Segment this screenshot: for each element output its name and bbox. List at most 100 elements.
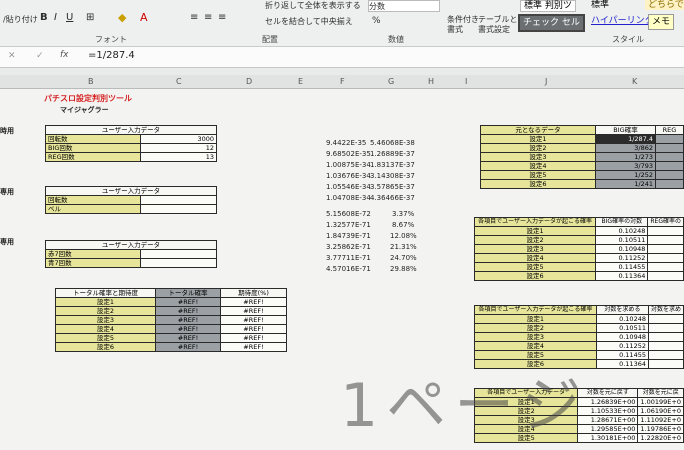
- cell-value[interactable]: 1.26889E-37: [370, 150, 415, 159]
- underline-button[interactable]: U: [66, 12, 73, 23]
- table-cell[interactable]: 1/287.4: [595, 134, 656, 144]
- table-cell[interactable]: 設定2: [473, 235, 597, 245]
- table-cell[interactable]: 0.10948: [595, 332, 649, 342]
- table-cell[interactable]: 0.10248: [595, 314, 649, 324]
- table-cell[interactable]: 1.00199E+0: [637, 397, 684, 407]
- table-cell[interactable]: #REF!: [220, 342, 287, 352]
- font-color-icon[interactable]: A: [140, 11, 148, 24]
- table-cell[interactable]: 設定3: [474, 332, 597, 342]
- cell-value[interactable]: 21.31%: [390, 243, 417, 252]
- table-cell[interactable]: 設定5: [480, 170, 596, 180]
- italic-button[interactable]: I: [54, 12, 57, 23]
- table-cell[interactable]: #REF!: [220, 297, 287, 307]
- table-cell[interactable]: 設定3: [473, 244, 597, 254]
- fx-icon[interactable]: fx: [60, 50, 69, 60]
- table-cell[interactable]: 青7回数: [45, 258, 141, 268]
- cell-value[interactable]: 1.04708E-34: [326, 194, 371, 203]
- merge-center-button[interactable]: セルを結合して中央揃え: [265, 16, 353, 27]
- cell-value[interactable]: 12.08%: [390, 232, 417, 241]
- table-cell[interactable]: 設定1: [474, 314, 597, 324]
- cell-value[interactable]: 1.32577E-71: [326, 221, 371, 230]
- table-cell[interactable]: #REF!: [155, 315, 221, 325]
- table-cell[interactable]: 設定4: [474, 341, 597, 351]
- table-cell[interactable]: 0.10511: [595, 323, 649, 333]
- table-cell[interactable]: [140, 249, 217, 259]
- table-cell[interactable]: 設定4: [473, 253, 597, 263]
- table-cell[interactable]: 設定2: [474, 323, 597, 333]
- table-cell[interactable]: 設定6: [473, 271, 597, 281]
- table-cell[interactable]: [647, 323, 684, 333]
- table-cell[interactable]: 0.11252: [595, 341, 649, 351]
- table-cell[interactable]: [140, 195, 217, 205]
- col-header-i[interactable]: I: [465, 75, 467, 88]
- style-neutral[interactable]: どちらでも: [645, 0, 684, 10]
- table-cell[interactable]: 1.06190E+0: [637, 406, 684, 416]
- cell-value[interactable]: 4.36466E-37: [370, 194, 415, 203]
- table-cell[interactable]: 0.10511: [595, 235, 649, 245]
- table-cell[interactable]: [655, 170, 684, 180]
- table-cell[interactable]: 1/252: [595, 170, 656, 180]
- cell-value[interactable]: 1.84739E-71: [326, 232, 371, 241]
- table-cell[interactable]: 1/273: [595, 152, 656, 162]
- table-cell[interactable]: [647, 271, 684, 281]
- cell-value[interactable]: 9.4422E-35: [326, 139, 366, 148]
- bold-button[interactable]: B: [40, 12, 48, 23]
- table-cell[interactable]: 設定2: [480, 143, 596, 153]
- table-cell[interactable]: #REF!: [155, 306, 221, 316]
- col-header-d[interactable]: D: [246, 75, 252, 88]
- table-cell[interactable]: 0.11252: [595, 253, 649, 263]
- table-cell[interactable]: 設定1: [55, 297, 156, 307]
- worksheet[interactable]: パチスロ設定判別ツール マイジャグラー 時用 専用 専用 ユーザー入力データ 回…: [0, 89, 684, 450]
- cell-value[interactable]: 1.83137E-37: [370, 161, 415, 170]
- table-cell[interactable]: [647, 226, 684, 236]
- style-hyperlink[interactable]: ハイパーリンク: [588, 14, 657, 28]
- table-cell[interactable]: 3/793: [595, 161, 656, 171]
- table-cell[interactable]: #REF!: [155, 297, 221, 307]
- table-cell[interactable]: #REF!: [155, 342, 221, 352]
- align-center-icon[interactable]: ≡: [204, 12, 212, 23]
- table-cell[interactable]: ベル: [45, 204, 141, 214]
- col-header-f[interactable]: F: [340, 75, 345, 88]
- table-cell[interactable]: 1/241: [595, 179, 656, 189]
- table-cell[interactable]: [647, 262, 684, 272]
- formula-input[interactable]: =1/287.4: [88, 50, 135, 61]
- table-cell[interactable]: [647, 341, 684, 351]
- fill-color-icon[interactable]: ◆: [118, 11, 126, 24]
- borders-icon[interactable]: ⊞: [86, 12, 94, 23]
- table-cell[interactable]: BIG回数: [45, 143, 141, 153]
- table-cell[interactable]: REG回数: [45, 152, 141, 162]
- table-cell[interactable]: [647, 359, 684, 369]
- align-right-icon[interactable]: ≡: [218, 12, 226, 23]
- wrap-text-button[interactable]: 折り返して全体を表示する: [265, 0, 361, 11]
- table-cell[interactable]: 設定6: [480, 179, 596, 189]
- percent-button[interactable]: %: [372, 16, 381, 26]
- cell-value[interactable]: 1.03676E-34: [326, 172, 371, 181]
- table-cell[interactable]: #REF!: [220, 315, 287, 325]
- table-cell[interactable]: 設定2: [55, 306, 156, 316]
- cell-value[interactable]: 24.70%: [390, 254, 417, 263]
- table-cell[interactable]: 設定5: [473, 262, 597, 272]
- table-cell[interactable]: [647, 314, 684, 324]
- paste-label[interactable]: /貼り付け: [3, 14, 38, 25]
- table-cell[interactable]: 0.11455: [595, 262, 649, 272]
- cell-value[interactable]: 3.14308E-37: [370, 172, 415, 181]
- enter-icon[interactable]: ✓: [36, 51, 44, 61]
- table-cell[interactable]: [655, 143, 684, 153]
- table-cell[interactable]: 回転数: [45, 195, 141, 205]
- table-cell[interactable]: [655, 179, 684, 189]
- table-cell[interactable]: 設定1: [480, 134, 596, 144]
- col-header-b[interactable]: B: [88, 75, 94, 88]
- table-cell[interactable]: [655, 161, 684, 171]
- table-cell[interactable]: #REF!: [155, 333, 221, 343]
- table-cell[interactable]: 設定3: [55, 315, 156, 325]
- cell-value[interactable]: 1.05546E-34: [326, 183, 371, 192]
- table-cell[interactable]: 3/862: [595, 143, 656, 153]
- cell-value[interactable]: 9.68502E-35: [326, 150, 371, 159]
- table-cell[interactable]: 設定4: [55, 324, 156, 334]
- cell-value[interactable]: 29.88%: [390, 265, 417, 274]
- cell-value[interactable]: 5.46068E-38: [370, 139, 415, 148]
- table-cell[interactable]: 0.11364: [595, 359, 649, 369]
- cell-value[interactable]: 3.25862E-71: [326, 243, 371, 252]
- cell-value[interactable]: 5.15608E-72: [326, 210, 371, 219]
- col-header-c[interactable]: C: [176, 75, 182, 88]
